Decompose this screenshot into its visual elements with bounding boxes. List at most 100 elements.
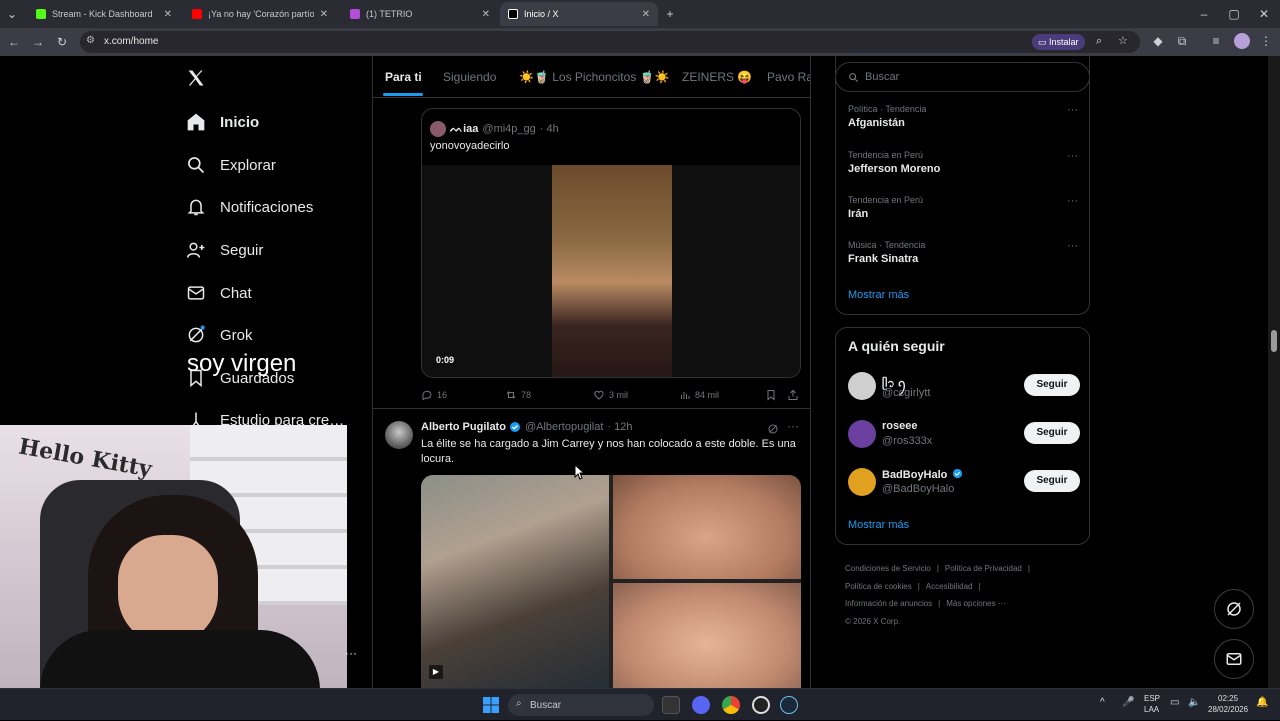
browser-menu-icon[interactable]: ⋮ [1258, 33, 1274, 49]
tab-list-pichoncitos[interactable]: ☀️🧋 Los Pichoncitos 🧋☀️ [519, 70, 669, 84]
nav-follow[interactable]: Seguir [186, 235, 263, 265]
discord-icon[interactable] [692, 696, 710, 714]
avatar[interactable] [848, 468, 876, 496]
tab-x-home[interactable]: Inicio / X ✕ [500, 2, 658, 26]
close-tab-icon[interactable]: ✕ [158, 9, 172, 20]
search-input[interactable]: Buscar [835, 62, 1090, 92]
trend-item[interactable]: Música · Tendencia Frank Sinatra ··· [848, 240, 1078, 265]
avatar[interactable] [385, 421, 413, 449]
footer-link[interactable]: Accesibilidad [926, 582, 973, 591]
obs-icon[interactable] [752, 696, 770, 714]
share-icon[interactable] [787, 389, 799, 401]
tab-for-you[interactable]: Para ti [385, 70, 422, 84]
grok-fab-button[interactable] [1214, 589, 1254, 629]
reply-button[interactable]: 16 [421, 389, 447, 401]
views-button[interactable]: 84 mil [679, 389, 719, 401]
close-tab-icon[interactable]: ✕ [314, 9, 328, 20]
footer-link[interactable]: Más opciones ··· [946, 599, 1006, 608]
clock-date[interactable]: 28/02/2026 [1208, 705, 1248, 714]
notifications-icon[interactable]: 🔔 [1256, 697, 1268, 708]
author-name[interactable]: Alberto Pugilato [421, 421, 506, 433]
like-button[interactable]: 3 mil [593, 389, 628, 401]
page-scrollbar[interactable] [1268, 56, 1280, 688]
back-icon[interactable]: ← [6, 34, 22, 50]
extension-icon[interactable]: ◆ [1150, 33, 1166, 49]
extensions-puzzle-icon[interactable]: ⧉ [1174, 33, 1190, 49]
tab-following[interactable]: Siguiendo [443, 70, 496, 84]
follow-suggestion[interactable]: ᥫ᭡ ꪆ @ccgirlytt Seguir [848, 372, 1080, 404]
zoom-icon[interactable]: ⌕ [1096, 35, 1102, 48]
tab-kick[interactable]: Stream - Kick Dashboard ✕ [28, 2, 180, 26]
x-logo-icon[interactable] [186, 68, 206, 88]
follow-suggestion[interactable]: BadBoyHalo @BadBoyHalo Seguir [848, 468, 1080, 500]
video-player[interactable]: 0:09 [422, 165, 800, 377]
nav-home[interactable]: Inicio [186, 107, 259, 137]
footer-link[interactable]: Política de cookies [845, 582, 912, 591]
nav-more-icon[interactable]: ··· [345, 646, 357, 660]
tab-youtube[interactable]: ¡Ya no hay 'Corazón partío'! Ale… ✕ [184, 2, 336, 26]
repost-button[interactable]: 78 [505, 389, 531, 401]
microphone-icon[interactable]: 🎤 [1122, 697, 1134, 708]
forward-icon[interactable]: → [30, 34, 46, 50]
bookmark-star-icon[interactable]: ☆ [1118, 34, 1128, 47]
close-tab-icon[interactable]: ✕ [636, 9, 650, 20]
tweet[interactable]: Alberto Pugilato @Albertopugilat · 12h ·… [373, 408, 810, 688]
follow-suggestion[interactable]: roseee @ros333x Seguir [848, 420, 1080, 452]
lang-layout[interactable]: LAA [1144, 705, 1159, 714]
show-more-follow-link[interactable]: Mostrar más [848, 519, 909, 531]
address-bar[interactable]: ⚙ x.com/home ▭ Instalar ⌕ ☆ [80, 31, 1140, 53]
trend-more-icon[interactable]: ··· [1067, 195, 1078, 207]
taskbar-search[interactable]: ⌕ Buscar [508, 694, 654, 716]
trend-item[interactable]: Tendencia en Perú Irán ··· [848, 195, 1078, 220]
show-more-trends-link[interactable]: Mostrar más [848, 289, 909, 301]
restore-icon[interactable]: ▢ [1226, 6, 1242, 22]
avatar[interactable] [848, 372, 876, 400]
follow-button[interactable]: Seguir [1024, 374, 1080, 396]
avatar[interactable] [848, 420, 876, 448]
author-handle[interactable]: @Albertopugilat [525, 421, 603, 433]
media-image[interactable] [421, 475, 609, 688]
nav-explore[interactable]: Explorar [186, 150, 276, 180]
new-tab-icon[interactable]: + [662, 6, 678, 22]
trend-more-icon[interactable]: ··· [1067, 150, 1078, 162]
more-options-icon[interactable]: ··· [787, 419, 799, 433]
media-image[interactable] [613, 583, 801, 688]
media-controls-icon[interactable]: ≡ [1208, 33, 1224, 49]
nav-notifications[interactable]: Notificaciones [186, 192, 313, 222]
minimize-icon[interactable]: – [1196, 6, 1212, 22]
steam-icon[interactable] [780, 696, 798, 714]
page-scrollbar-thumb[interactable] [1271, 330, 1277, 352]
footer-link[interactable]: Información de anuncios [845, 599, 932, 608]
profile-avatar[interactable] [1234, 33, 1250, 49]
volume-icon[interactable]: 🔈 [1188, 697, 1200, 708]
media-image[interactable] [613, 475, 801, 579]
trend-item[interactable]: Tendencia en Perú Jefferson Moreno ··· [848, 150, 1078, 175]
tab-list-icon[interactable]: ⌄ [4, 6, 20, 22]
file-explorer-icon[interactable] [662, 696, 680, 714]
follow-button[interactable]: Seguir [1024, 470, 1080, 492]
nav-grok[interactable]: Grok [186, 320, 253, 350]
trend-item[interactable]: Política · Tendencia Afganistán ··· [848, 104, 1078, 129]
quoted-author-handle[interactable]: @mi4p_gg [482, 123, 535, 135]
quoted-author-name[interactable]: ᨓiaa [450, 123, 478, 136]
trend-more-icon[interactable]: ··· [1067, 104, 1078, 116]
reload-icon[interactable]: ↻ [54, 34, 70, 50]
lang-code[interactable]: ESP [1144, 694, 1160, 703]
tab-list-pavo[interactable]: Pavo Ra [767, 70, 810, 84]
network-icon[interactable]: ▭ [1170, 697, 1179, 708]
footer-link[interactable]: Política de Privacidad [945, 564, 1022, 573]
chrome-icon[interactable] [722, 696, 740, 714]
grok-explain-icon[interactable] [767, 423, 779, 435]
tweet-time[interactable]: · 12h [607, 421, 632, 433]
avatar[interactable] [430, 121, 446, 137]
windows-start-icon[interactable] [483, 697, 499, 713]
tray-overflow-icon[interactable]: ^ [1100, 697, 1105, 708]
tab-list-zeiners[interactable]: ZEINERS 😝 [682, 70, 752, 84]
trend-more-icon[interactable]: ··· [1067, 240, 1078, 252]
bookmark-tweet-icon[interactable] [765, 389, 777, 401]
quoted-time[interactable]: · 4h [540, 123, 559, 135]
nav-chat[interactable]: Chat [186, 278, 252, 308]
messages-fab-button[interactable] [1214, 639, 1254, 679]
close-window-icon[interactable]: ✕ [1256, 6, 1272, 22]
footer-link[interactable]: Condiciones de Servicio [845, 564, 931, 573]
